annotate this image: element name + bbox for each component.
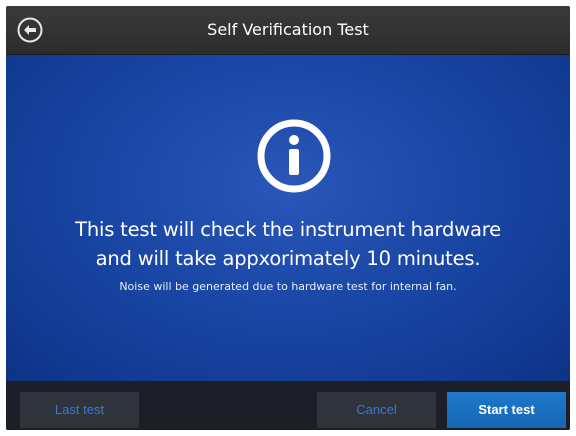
message-block: This test will check the instrument hard… <box>6 215 570 294</box>
noise-note: Noise will be generated due to hardware … <box>119 280 457 293</box>
message-line-2: and will take appxorimately 10 minutes. <box>95 247 481 270</box>
page-title: Self Verification Test <box>207 20 369 39</box>
last-test-button[interactable]: Last test <box>20 392 139 428</box>
info-circle-icon <box>257 119 331 193</box>
title-bar: Self Verification Test <box>6 6 570 55</box>
message-line-1: This test will check the instrument hard… <box>75 218 501 241</box>
button-bar: Last test Cancel Start test <box>6 381 570 430</box>
start-test-button[interactable]: Start test <box>447 392 566 428</box>
dialog-screen: Self Verification Test This test will ch… <box>6 6 570 430</box>
message-area: This test will check the instrument hard… <box>6 55 570 381</box>
cancel-button[interactable]: Cancel <box>317 392 436 428</box>
